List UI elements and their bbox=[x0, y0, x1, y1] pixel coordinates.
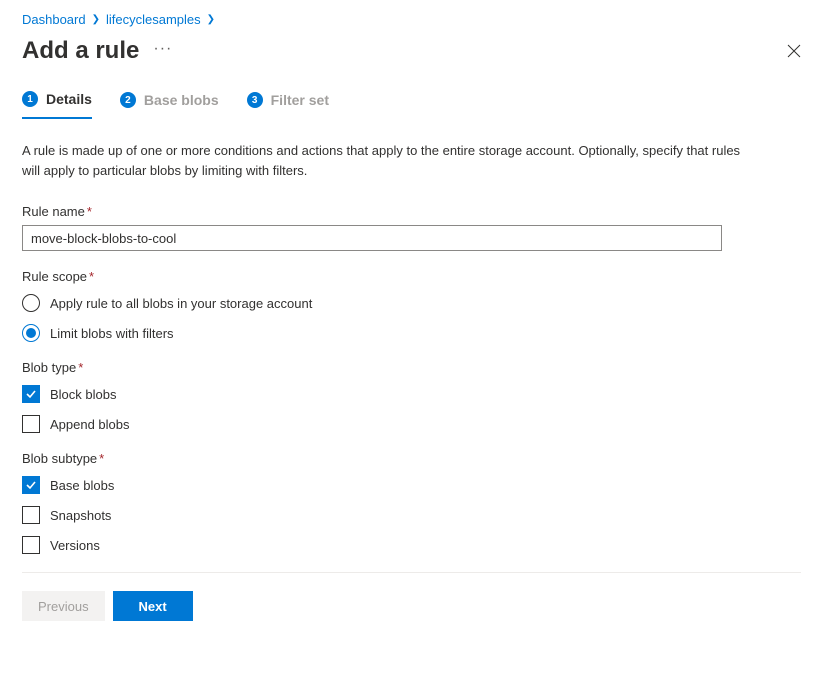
tab-description: A rule is made up of one or more conditi… bbox=[22, 141, 742, 180]
checkbox-label: Base blobs bbox=[50, 478, 114, 493]
title-row: Add a rule ··· bbox=[22, 37, 801, 65]
checkbox-icon bbox=[22, 476, 40, 494]
checkbox-label: Block blobs bbox=[50, 387, 116, 402]
blob-type-group: Blob type* Block blobs Append blobs bbox=[22, 360, 801, 433]
previous-button[interactable]: Previous bbox=[22, 591, 105, 621]
page-title: Add a rule bbox=[22, 37, 139, 65]
blob-type-append[interactable]: Append blobs bbox=[22, 415, 801, 433]
blob-subtype-versions[interactable]: Versions bbox=[22, 536, 801, 554]
checkbox-label: Versions bbox=[50, 538, 100, 553]
rule-name-label: Rule name* bbox=[22, 204, 801, 219]
checkbox-icon bbox=[22, 506, 40, 524]
radio-label: Apply rule to all blobs in your storage … bbox=[50, 296, 312, 311]
checkbox-icon bbox=[22, 385, 40, 403]
blob-subtype-base[interactable]: Base blobs bbox=[22, 476, 801, 494]
close-button[interactable] bbox=[787, 44, 801, 58]
blob-type-block[interactable]: Block blobs bbox=[22, 385, 801, 403]
rule-scope-group: Rule scope* Apply rule to all blobs in y… bbox=[22, 269, 801, 342]
checkbox-icon bbox=[22, 536, 40, 554]
breadcrumb-item-lifecyclesamples[interactable]: lifecyclesamples bbox=[106, 12, 201, 27]
tab-label: Filter set bbox=[271, 92, 329, 108]
rule-name-input[interactable] bbox=[22, 225, 722, 251]
scope-option-all[interactable]: Apply rule to all blobs in your storage … bbox=[22, 294, 801, 312]
footer-buttons: Previous Next bbox=[22, 591, 801, 621]
next-button[interactable]: Next bbox=[113, 591, 193, 621]
footer-divider bbox=[22, 572, 801, 573]
blob-subtype-snapshots[interactable]: Snapshots bbox=[22, 506, 801, 524]
blob-subtype-group: Blob subtype* Base blobs Snapshots Versi… bbox=[22, 451, 801, 554]
radio-icon bbox=[22, 324, 40, 342]
required-indicator: * bbox=[89, 269, 94, 284]
tab-label: Base blobs bbox=[144, 92, 219, 108]
radio-icon bbox=[22, 294, 40, 312]
tab-number-badge: 2 bbox=[120, 92, 136, 108]
checkbox-icon bbox=[22, 415, 40, 433]
required-indicator: * bbox=[78, 360, 83, 375]
blob-subtype-label: Blob subtype* bbox=[22, 451, 801, 466]
breadcrumb-item-dashboard[interactable]: Dashboard bbox=[22, 12, 86, 27]
tab-filter-set[interactable]: 3 Filter set bbox=[247, 91, 329, 119]
checkbox-label: Append blobs bbox=[50, 417, 130, 432]
chevron-right-icon: ❯ bbox=[207, 14, 215, 25]
tab-number-badge: 1 bbox=[22, 91, 38, 107]
rule-scope-label: Rule scope* bbox=[22, 269, 801, 284]
required-indicator: * bbox=[87, 204, 92, 219]
tab-number-badge: 3 bbox=[247, 92, 263, 108]
more-actions-icon[interactable]: ··· bbox=[153, 40, 172, 62]
breadcrumb: Dashboard ❯ lifecyclesamples ❯ bbox=[22, 12, 801, 27]
tab-details[interactable]: 1 Details bbox=[22, 91, 92, 119]
tab-label: Details bbox=[46, 91, 92, 107]
blob-type-label: Blob type* bbox=[22, 360, 801, 375]
checkbox-label: Snapshots bbox=[50, 508, 111, 523]
required-indicator: * bbox=[99, 451, 104, 466]
scope-option-filter[interactable]: Limit blobs with filters bbox=[22, 324, 801, 342]
tab-base-blobs[interactable]: 2 Base blobs bbox=[120, 91, 219, 119]
chevron-right-icon: ❯ bbox=[92, 14, 100, 25]
close-icon bbox=[787, 44, 801, 58]
wizard-tabs: 1 Details 2 Base blobs 3 Filter set bbox=[22, 91, 801, 119]
radio-label: Limit blobs with filters bbox=[50, 326, 174, 341]
